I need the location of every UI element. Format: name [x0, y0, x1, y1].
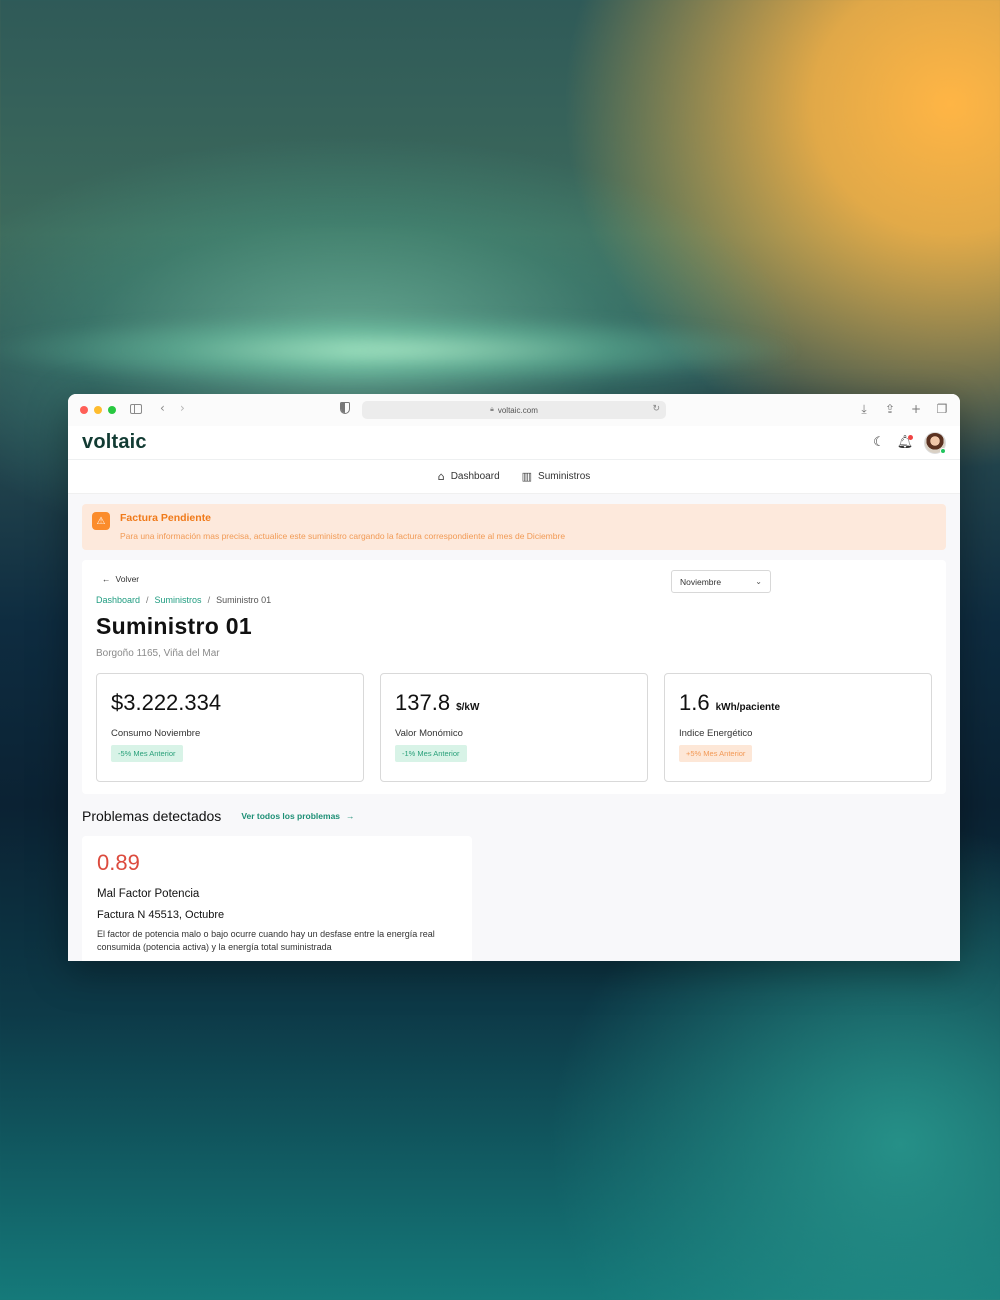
metric-card-consumption: $3.222.334 Consumo Noviembre -5% Mes Ant… [96, 673, 364, 782]
breadcrumb: Dashboard / Suministros / Suministro 01 [96, 595, 932, 605]
nav-label-suministros: Suministros [538, 471, 591, 482]
warning-icon: ⚠ [92, 512, 110, 530]
back-arrow-icon[interactable]: ‹ [160, 401, 165, 415]
problem-value: 0.89 [97, 850, 140, 875]
nav-item-dashboard[interactable]: ⌂ Dashboard [438, 470, 500, 483]
header-actions: ☾ 🔔︎ [872, 431, 946, 454]
metric-label: Valor Monómico [395, 728, 463, 739]
metric-label: Indice Energético [679, 728, 753, 739]
metric-card-energy-index: 1.6 kWh/paciente Indice Energético +5% M… [664, 673, 932, 782]
back-label: Volver [115, 574, 140, 584]
url-text: voltaic.com [497, 405, 538, 415]
metric-card-monomic-value: 137.8 $/kW Valor Monómico -1% Mes Anteri… [380, 673, 648, 782]
problem-name: Mal Factor Potencia [97, 888, 200, 900]
page-title: Suministro 01 [96, 613, 252, 639]
supply-panel: ← Volver Noviembre ⌄ Dashboard / Suminis… [82, 560, 946, 794]
main-content: ⚠ Factura Pendiente Para una información… [68, 494, 960, 961]
background-wave [0, 290, 1000, 410]
metric-value: 137.8 [395, 690, 451, 715]
metric-cards: $3.222.334 Consumo Noviembre -5% Mes Ant… [96, 673, 932, 782]
window-controls [80, 406, 116, 414]
sidebar-toggle-icon[interactable] [130, 404, 142, 414]
app-header: voltaic ☾ 🔔︎ [68, 426, 960, 460]
metric-value: 1.6 [679, 690, 710, 715]
metric-change-badge: -5% Mes Anterior [111, 745, 183, 762]
breadcrumb-dashboard[interactable]: Dashboard [96, 595, 140, 605]
nav-label-dashboard: Dashboard [450, 471, 500, 482]
lock-icon: 🔒︎ [490, 406, 494, 413]
dark-mode-icon[interactable]: ☾ [872, 435, 886, 450]
problem-invoice: Factura N 45513, Octubre [97, 909, 225, 921]
breadcrumb-suministros[interactable]: Suministros [155, 595, 202, 605]
minimize-window-button[interactable] [94, 406, 102, 414]
view-all-problems-link[interactable]: Ver todos los problemas → [241, 811, 354, 821]
month-select-value: Noviembre [680, 576, 722, 587]
app-logo[interactable]: voltaic [82, 431, 147, 454]
browser-toolbar: ‹ › 🔒︎ voltaic.com ↻ ⤓ ⇪ + ❐ [68, 394, 960, 426]
metric-change-badge: +5% Mes Anterior [679, 745, 753, 762]
main-nav: ⌂ Dashboard ▥ Suministros [68, 460, 960, 494]
problem-description: El factor de potencia malo o bajo ocurre… [97, 929, 435, 952]
problem-card[interactable]: 0.89 Mal Factor Potencia Factura N 45513… [82, 836, 472, 961]
month-select[interactable]: Noviembre ⌄ [671, 570, 771, 593]
supply-address: Borgoño 1165, Viña del Mar [96, 648, 220, 659]
alert-text: Para una información mas precisa, actual… [120, 531, 566, 541]
share-icon[interactable]: ⇪ [884, 402, 896, 416]
metric-label: Consumo Noviembre [111, 728, 201, 739]
nav-item-suministros[interactable]: ▥ Suministros [522, 470, 591, 483]
pending-invoice-alert: ⚠ Factura Pendiente Para una información… [82, 504, 946, 550]
home-icon: ⌂ [437, 470, 445, 483]
metric-value: $3.222.334 [111, 690, 222, 715]
notification-dot [908, 434, 913, 440]
browser-window: ‹ › 🔒︎ voltaic.com ↻ ⤓ ⇪ + ❐ voltaic ☾ 🔔… [68, 394, 960, 961]
privacy-shield-icon[interactable] [340, 402, 350, 414]
avatar[interactable] [924, 431, 946, 454]
online-status-dot [940, 447, 946, 454]
new-tab-icon[interactable]: + [910, 402, 922, 416]
metric-change-badge: -1% Mes Anterior [395, 745, 467, 762]
browser-actions: ⤓ ⇪ + ❐ [858, 402, 948, 417]
forward-arrow-icon[interactable]: › [180, 401, 185, 415]
bell-icon[interactable]: 🔔︎ [897, 434, 913, 450]
breadcrumb-separator: / [146, 595, 149, 605]
view-all-problems-label: Ver todos los problemas [241, 811, 341, 821]
chevron-down-icon: ⌄ [755, 577, 762, 586]
close-window-button[interactable] [80, 406, 88, 414]
tabs-overview-icon[interactable]: ❐ [936, 402, 948, 416]
metric-unit: $/kW [456, 702, 480, 713]
buildings-icon: ▥ [521, 470, 533, 483]
reload-icon[interactable]: ↻ [652, 403, 660, 414]
problems-title: Problemas detectados [82, 808, 222, 824]
download-icon[interactable]: ⤓ [858, 402, 870, 416]
breadcrumb-current: Suministro 01 [216, 595, 272, 605]
breadcrumb-separator: / [207, 595, 211, 605]
metric-unit: kWh/paciente [715, 702, 781, 713]
problems-header: Problemas detectados Ver todos los probl… [82, 808, 946, 824]
address-bar[interactable]: 🔒︎ voltaic.com ↻ [362, 401, 666, 419]
back-button[interactable]: ← Volver [102, 574, 932, 584]
maximize-window-button[interactable] [108, 406, 116, 414]
arrow-right-icon: → [346, 811, 355, 821]
alert-title: Factura Pendiente [120, 512, 212, 524]
arrow-left-icon: ← [102, 574, 111, 584]
